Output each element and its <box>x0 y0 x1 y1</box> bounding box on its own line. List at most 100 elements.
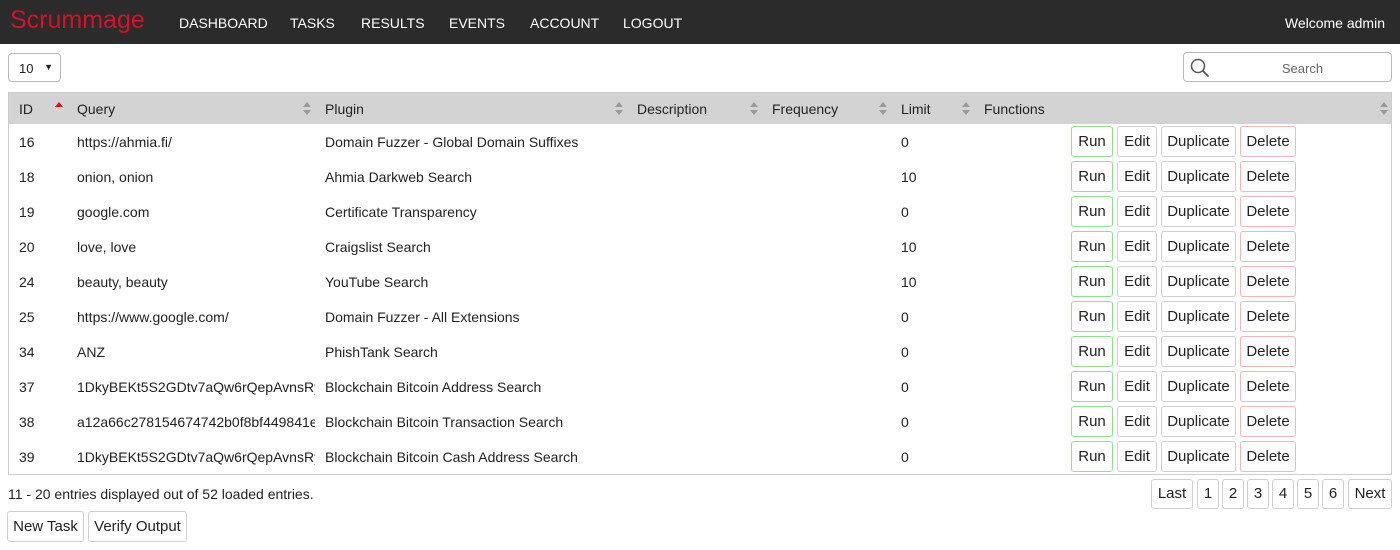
delete-button[interactable]: Delete <box>1240 441 1296 472</box>
edit-button[interactable]: Edit <box>1117 371 1157 402</box>
duplicate-button[interactable]: Duplicate <box>1161 371 1236 402</box>
duplicate-button[interactable]: Duplicate <box>1161 231 1236 262</box>
delete-button[interactable]: Delete <box>1240 406 1296 437</box>
nav-account[interactable]: ACCOUNT <box>530 15 599 31</box>
header-functions[interactable]: Functions <box>984 101 1045 117</box>
table-row: 20 love, love Craigslist Search 10 Run Edit Du… <box>9 229 1391 264</box>
brand-logo[interactable]: Scrummage <box>10 5 145 35</box>
edit-button[interactable]: Edit <box>1117 266 1157 297</box>
delete-button[interactable]: Delete <box>1240 231 1296 262</box>
cell-plugin: Certificate Transparency <box>325 204 477 220</box>
cell-plugin: Craigslist Search <box>325 239 431 255</box>
sort-icon[interactable] <box>1380 102 1388 117</box>
pagination-page-4[interactable]: 4 <box>1272 479 1294 509</box>
edit-button[interactable]: Edit <box>1117 196 1157 227</box>
cell-query: https://www.google.com/ <box>77 309 229 325</box>
cell-query: 1DkyBEKt5S2GDtv7aQw6rQepAvnsRyHoYM <box>77 449 315 465</box>
table-header: ID Query Plugin Description Frequency Li… <box>9 93 1391 124</box>
pagination-page-1[interactable]: 1 <box>1197 479 1219 509</box>
duplicate-button[interactable]: Duplicate <box>1161 336 1236 367</box>
cell-id: 20 <box>19 239 35 255</box>
run-button[interactable]: Run <box>1071 371 1113 402</box>
cell-id: 18 <box>19 169 35 185</box>
edit-button[interactable]: Edit <box>1117 231 1157 262</box>
nav-logout[interactable]: LOGOUT <box>623 15 682 31</box>
header-id[interactable]: ID <box>19 101 33 117</box>
cell-plugin: Blockchain Bitcoin Address Search <box>325 379 542 395</box>
delete-button[interactable]: Delete <box>1240 161 1296 192</box>
search-box[interactable] <box>1183 52 1392 82</box>
run-button[interactable]: Run <box>1071 126 1113 157</box>
duplicate-button[interactable]: Duplicate <box>1161 266 1236 297</box>
duplicate-button[interactable]: Duplicate <box>1161 126 1236 157</box>
run-button[interactable]: Run <box>1071 196 1113 227</box>
header-description[interactable]: Description <box>637 101 707 117</box>
run-button[interactable]: Run <box>1071 441 1113 472</box>
table-row: 16 https://ahmia.fi/Domain Fuzzer - Globa… <box>9 124 1391 159</box>
delete-button[interactable]: Delete <box>1240 336 1296 367</box>
search-input[interactable] <box>1218 58 1387 78</box>
sort-icon[interactable] <box>879 102 887 117</box>
delete-button[interactable]: Delete <box>1240 301 1296 332</box>
run-button[interactable]: Run <box>1071 406 1113 437</box>
pagination-page-2[interactable]: 2 <box>1222 479 1244 509</box>
delete-button[interactable]: Delete <box>1240 196 1296 227</box>
cell-limit: 10 <box>901 274 917 290</box>
header-frequency[interactable]: Frequency <box>772 101 838 117</box>
run-button[interactable]: Run <box>1071 161 1113 192</box>
duplicate-button[interactable]: Duplicate <box>1161 406 1236 437</box>
verify-output-button[interactable]: Verify Output <box>88 511 187 542</box>
cell-limit: 10 <box>901 169 917 185</box>
cell-query: onion, onion <box>77 169 154 185</box>
pagination-next[interactable]: Next <box>1348 479 1392 509</box>
run-button[interactable]: Run <box>1071 266 1113 297</box>
edit-button[interactable]: Edit <box>1117 336 1157 367</box>
run-button[interactable]: Run <box>1071 231 1113 262</box>
nav-events[interactable]: EVENTS <box>449 15 505 31</box>
edit-button[interactable]: Edit <box>1117 126 1157 157</box>
cell-query: 1DkyBEKt5S2GDtv7aQw6rQepAvnsRyHoYM <box>77 379 315 395</box>
new-task-button[interactable]: New Task <box>7 511 84 542</box>
cell-query: love, love <box>77 239 137 255</box>
duplicate-button[interactable]: Duplicate <box>1161 161 1236 192</box>
header-plugin[interactable]: Plugin <box>325 101 364 117</box>
nav-dashboard[interactable]: DASHBOARD <box>179 15 268 31</box>
sort-icon[interactable] <box>303 102 311 117</box>
pagination-page-6[interactable]: 6 <box>1322 479 1344 509</box>
cell-plugin: Blockchain Bitcoin Transaction Search <box>325 414 564 430</box>
cell-id: 25 <box>19 309 35 325</box>
sort-icon[interactable] <box>750 102 758 117</box>
sort-icon[interactable] <box>615 102 623 117</box>
cell-plugin: Ahmia Darkweb Search <box>325 169 473 185</box>
pagination-page-3[interactable]: 3 <box>1247 479 1269 509</box>
edit-button[interactable]: Edit <box>1117 161 1157 192</box>
duplicate-button[interactable]: Duplicate <box>1161 301 1236 332</box>
duplicate-button[interactable]: Duplicate <box>1161 441 1236 472</box>
sort-icon[interactable] <box>962 102 970 117</box>
nav-tasks[interactable]: TASKS <box>290 15 335 31</box>
run-button[interactable]: Run <box>1071 301 1113 332</box>
pagination-page-5[interactable]: 5 <box>1297 479 1319 509</box>
edit-button[interactable]: Edit <box>1117 406 1157 437</box>
sort-asc-icon[interactable] <box>55 102 63 117</box>
delete-button[interactable]: Delete <box>1240 266 1296 297</box>
header-limit[interactable]: Limit <box>901 101 931 117</box>
page-length-value: 10 <box>19 61 34 76</box>
cell-limit: 0 <box>901 204 909 220</box>
cell-query: a12a66c278154674742b0f8bf449841e1a <box>77 414 315 430</box>
chevron-down-icon: ▼ <box>44 62 53 72</box>
table-row: 18 onion, onion Ahmia Darkweb Search 10 Run E… <box>9 159 1391 194</box>
page-length-select[interactable]: 10 ▼ <box>8 53 61 82</box>
duplicate-button[interactable]: Duplicate <box>1161 196 1236 227</box>
run-button[interactable]: Run <box>1071 336 1113 367</box>
pagination-last[interactable]: Last <box>1151 479 1193 509</box>
delete-button[interactable]: Delete <box>1240 371 1296 402</box>
edit-button[interactable]: Edit <box>1117 441 1157 472</box>
cell-plugin: YouTube Search <box>325 274 429 290</box>
edit-button[interactable]: Edit <box>1117 301 1157 332</box>
entries-info: 11 - 20 entries displayed out of 52 load… <box>8 486 314 502</box>
table-row: 19 google.com Certificate Transparency 0 Run… <box>9 194 1391 229</box>
nav-results[interactable]: RESULTS <box>361 15 425 31</box>
header-query[interactable]: Query <box>77 101 115 117</box>
delete-button[interactable]: Delete <box>1240 126 1296 157</box>
